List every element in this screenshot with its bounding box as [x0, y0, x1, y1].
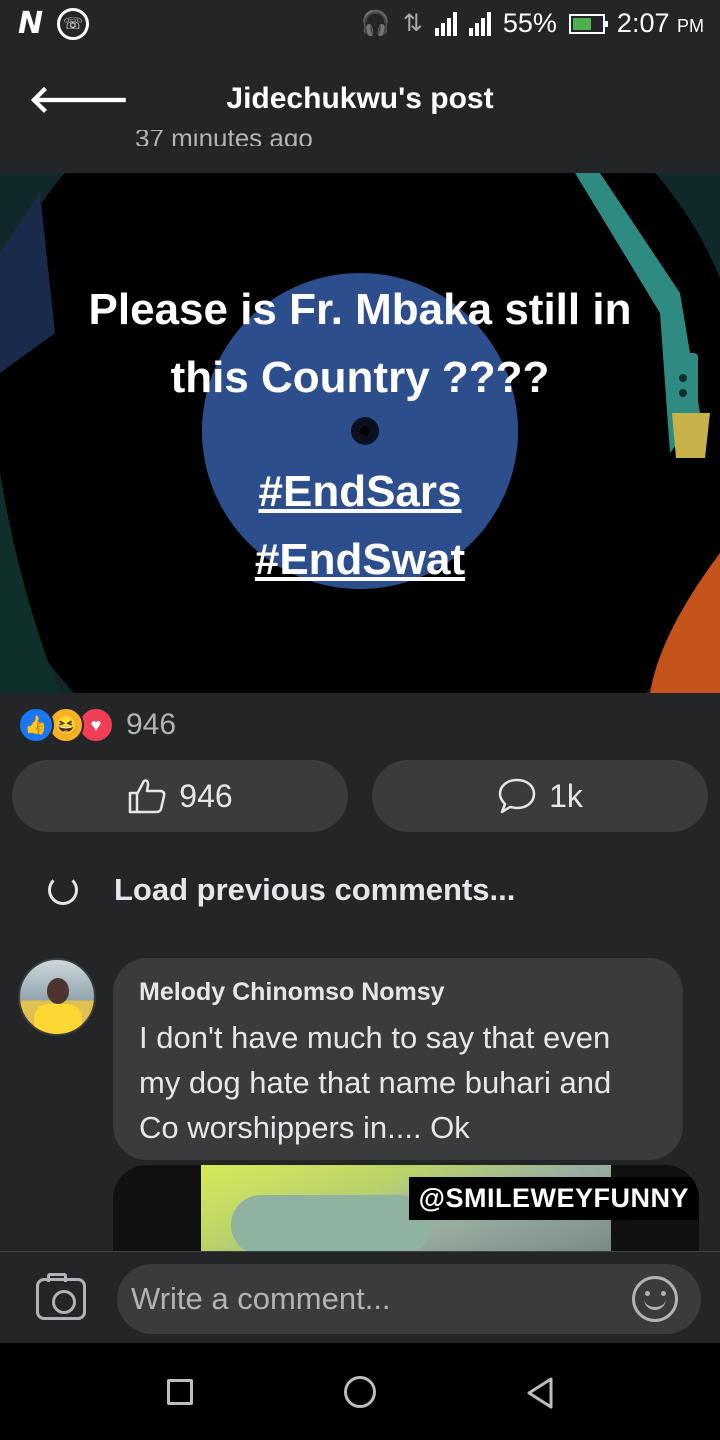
post-line-1: Please is Fr. Mbaka still in [88, 285, 632, 334]
post-line-2: this Country ???? [170, 353, 550, 402]
like-reaction-icon: 👍 [18, 707, 54, 743]
comment-input[interactable] [117, 1264, 701, 1334]
app-header: 🡐 Jidechukwu's post [0, 50, 720, 145]
watermark-label: @SMILEWEYFUNNY [408, 1177, 699, 1220]
comment-text: I don't have much to say that even my do… [139, 1020, 612, 1145]
whatsapp-icon: ☏ [57, 7, 90, 40]
recents-icon[interactable] [167, 1379, 193, 1405]
signal-icon [434, 11, 457, 36]
load-previous-label: Load previous comments... [114, 872, 516, 907]
post-timestamp: 37 minutes ago [135, 130, 313, 146]
avatar[interactable] [18, 958, 96, 1036]
data-transfer-icon: ⇅ [402, 10, 423, 37]
load-previous-comments[interactable]: Load previous comments... [48, 872, 515, 908]
signal-icon-2 [468, 11, 491, 36]
status-bar: N ☏ 🎧 ⇅ 55% 2:07 PM [0, 0, 720, 50]
headphones-icon: 🎧 [360, 10, 391, 37]
carrier-n-icon: N [18, 6, 44, 41]
comment-icon [498, 778, 536, 814]
post-image[interactable]: Please is Fr. Mbaka still in this Countr… [0, 173, 720, 693]
camera-icon[interactable] [36, 1273, 86, 1320]
home-icon[interactable] [344, 1376, 376, 1408]
comment-button[interactable]: 1k [372, 760, 708, 832]
refresh-icon [48, 875, 78, 905]
emoji-icon[interactable] [632, 1276, 678, 1322]
battery-icon [568, 13, 608, 34]
thumbs-up-icon [129, 779, 166, 814]
clock: 2:07 PM [616, 8, 704, 38]
like-button[interactable]: 946 [12, 760, 348, 832]
page-title: Jidechukwu's post [226, 82, 494, 115]
system-nav-bar [0, 1343, 720, 1440]
comment-media-image[interactable]: @SMILEWEYFUNNY [113, 1165, 699, 1251]
hashtag-endsars[interactable]: #EndSars [0, 458, 720, 526]
hashtag-endswat[interactable]: #EndSwat [0, 526, 720, 594]
comment-author[interactable]: Melody Chinomso Nomsy [139, 978, 657, 1007]
reaction-count: 946 [126, 708, 177, 741]
comment-composer [0, 1251, 720, 1343]
like-count: 946 [179, 777, 233, 814]
reaction-summary[interactable]: 👍 😆 ♥ 946 [18, 707, 176, 743]
comment-count: 1k [549, 777, 583, 814]
comment-bubble[interactable]: Melody Chinomso Nomsy I don't have much … [113, 958, 683, 1160]
post-text-overlay: Please is Fr. Mbaka still in this Countr… [0, 276, 720, 594]
battery-percent: 55% [502, 8, 557, 38]
back-triangle-icon[interactable] [524, 1376, 556, 1410]
